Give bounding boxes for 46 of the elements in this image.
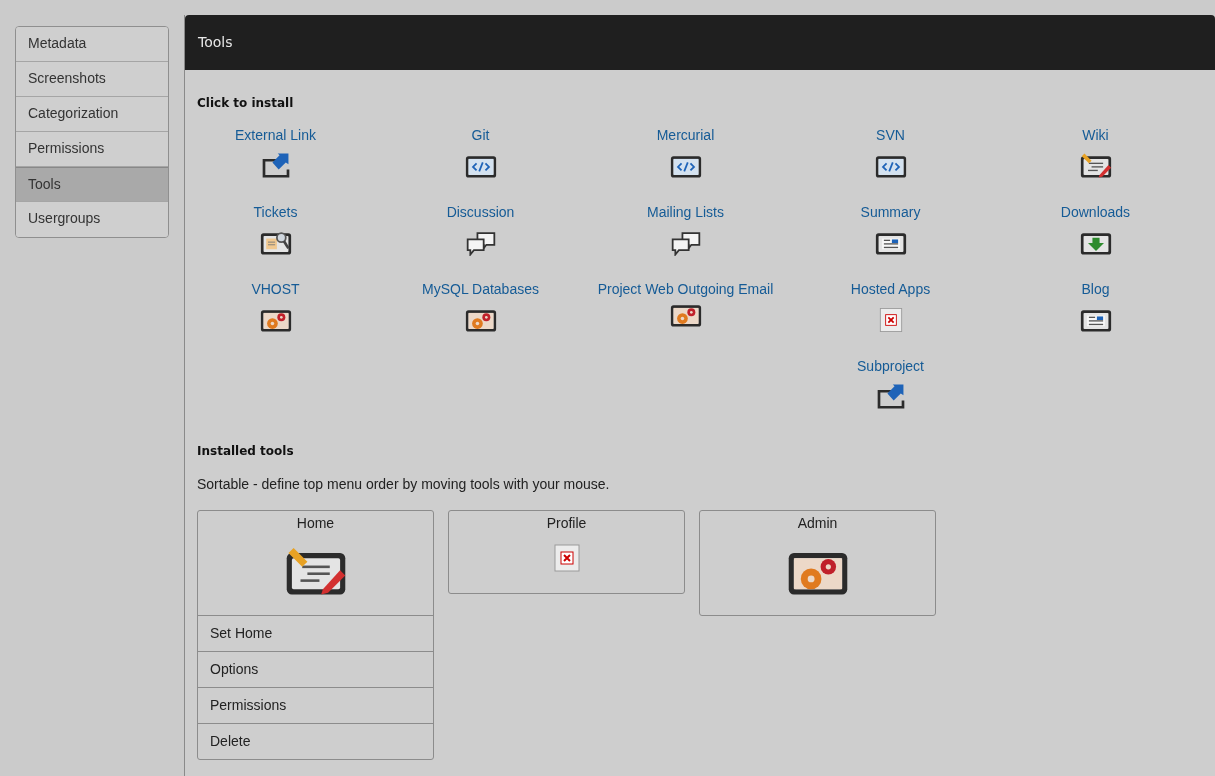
code-icon — [874, 153, 907, 179]
code-icon — [464, 153, 497, 179]
tool-link[interactable]: Summary — [860, 203, 921, 221]
gears-icon — [259, 307, 292, 333]
tool-name: Admin — [797, 515, 838, 531]
section-heading: Installed tools — [197, 444, 295, 458]
sidebar-item[interactable]: Tools — [16, 167, 168, 202]
document-icon — [874, 230, 907, 256]
code-icon — [669, 153, 702, 179]
tool-card[interactable]: Profile — [448, 510, 685, 594]
tool-link[interactable]: Subproject — [857, 357, 924, 375]
sidebar-item[interactable]: Metadata — [16, 27, 168, 62]
tool-link[interactable]: Mailing Lists — [647, 203, 724, 221]
tool-card[interactable]: Admin — [699, 510, 936, 616]
document-pencil-icon — [1079, 153, 1112, 179]
menu-item[interactable]: Permissions — [198, 687, 433, 723]
tool-link[interactable]: Discussion — [446, 203, 515, 221]
tool-link[interactable]: Hosted Apps — [850, 280, 931, 298]
speech-bubbles-icon — [464, 230, 497, 256]
tool-link[interactable]: External Link — [235, 126, 316, 144]
tool-link[interactable]: Wiki — [1082, 126, 1109, 144]
panel-title: Tools — [185, 15, 1215, 70]
gears-icon — [464, 307, 497, 333]
speech-bubbles-icon — [669, 230, 702, 256]
section-heading: Click to install — [197, 96, 295, 110]
menu-item[interactable]: Delete — [198, 723, 433, 759]
document-magnifier-icon — [259, 230, 292, 256]
menu-item[interactable]: Options — [198, 651, 433, 687]
document-pencil-icon — [284, 547, 347, 597]
gears-icon — [669, 302, 702, 328]
menu-item[interactable]: Set Home — [198, 615, 433, 651]
download-icon — [1079, 230, 1112, 256]
tool-link[interactable]: VHOST — [251, 280, 300, 298]
tool-link[interactable]: MySQL Databases — [422, 280, 539, 298]
tool-link[interactable]: SVN — [876, 126, 905, 144]
tool-name: Profile — [546, 515, 587, 531]
document-icon — [1079, 307, 1112, 333]
tool-link[interactable]: Mercurial — [656, 126, 715, 144]
tool-card[interactable]: Home Set Home Options Permissions Delete — [197, 510, 434, 760]
tool-link[interactable]: Git — [471, 126, 490, 144]
tool-link[interactable]: Project Web Outgoing Email — [597, 280, 774, 298]
tool-link[interactable]: Blog — [1081, 280, 1110, 298]
instruction-text: Sortable - define top menu order by moving tools with your mouse. — [197, 476, 611, 492]
tool-link[interactable]: Tickets — [253, 203, 298, 221]
tool-link[interactable]: Downloads — [1060, 203, 1131, 221]
tool-name: Home — [296, 515, 335, 531]
